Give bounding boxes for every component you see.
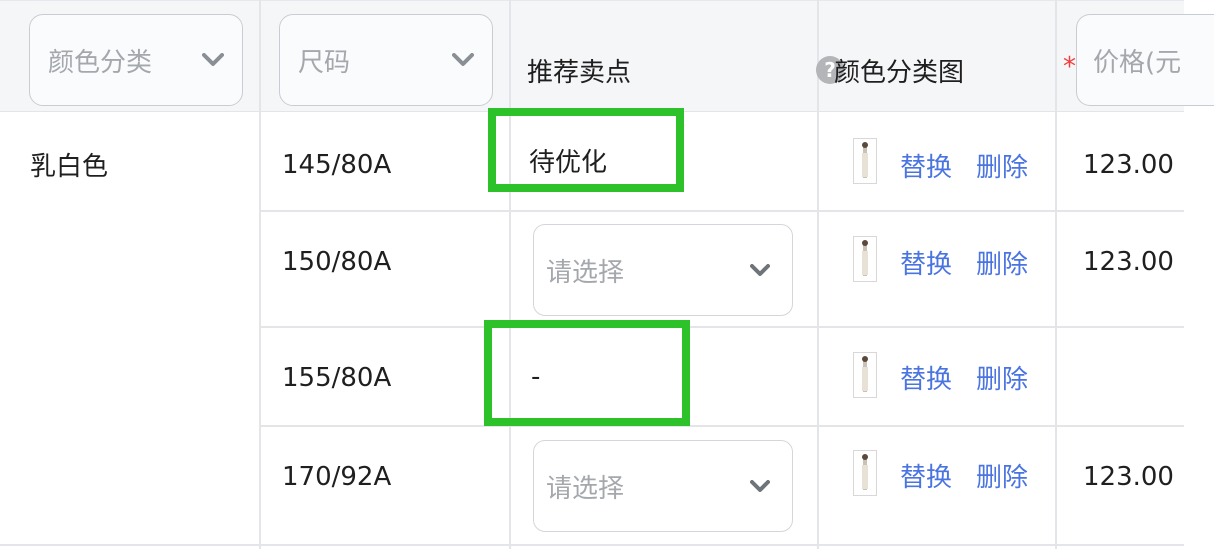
- price-select[interactable]: 价格(元: [1076, 14, 1214, 106]
- chevron-down-icon: [750, 263, 770, 276]
- delete-link[interactable]: 删除: [976, 457, 1028, 494]
- row-divider: [260, 326, 1184, 328]
- row-divider: [260, 210, 1184, 212]
- column-divider: [1055, 0, 1057, 549]
- chevron-down-icon: [202, 53, 224, 66]
- replace-link[interactable]: 替换: [900, 147, 952, 184]
- dress-thumbnail-icon: [862, 240, 868, 276]
- price-value: 123.00: [1083, 247, 1174, 277]
- dress-thumbnail-icon: [862, 356, 868, 392]
- column-divider: [509, 0, 511, 549]
- replace-link[interactable]: 替换: [900, 244, 952, 281]
- price-label: 价格(元: [1093, 47, 1182, 78]
- replace-link[interactable]: 替换: [900, 359, 952, 396]
- dress-thumbnail-icon: [862, 454, 868, 490]
- table-bottom-border: [0, 544, 1184, 546]
- selling-point-value: 待优化: [529, 148, 608, 178]
- select-placeholder: 请选择: [546, 473, 625, 504]
- replace-link[interactable]: 替换: [900, 457, 952, 494]
- row-divider: [260, 425, 1184, 427]
- product-thumbnail: [853, 352, 877, 398]
- delete-link[interactable]: 删除: [976, 147, 1028, 184]
- size-select[interactable]: 尺码: [279, 14, 493, 106]
- highlight-box: [484, 320, 690, 426]
- size-value: 155/80A: [282, 363, 392, 393]
- select-placeholder: 请选择: [546, 257, 625, 288]
- chevron-down-icon: [750, 479, 770, 492]
- size-value: 150/80A: [282, 247, 392, 277]
- sku-table: 颜色分类 尺码 推荐卖点 ? 颜色分类图 * 价格(元 乳白色 145/80A …: [0, 0, 1214, 549]
- color-category-select[interactable]: 颜色分类: [29, 14, 243, 106]
- dress-thumbnail-icon: [862, 142, 868, 178]
- selling-point-select[interactable]: 请选择: [533, 224, 793, 316]
- size-value: 170/92A: [282, 462, 392, 492]
- column-divider: [259, 0, 261, 549]
- color-image-header: 颜色分类图: [834, 58, 965, 88]
- product-thumbnail: [853, 138, 877, 184]
- product-thumbnail: [853, 236, 877, 282]
- size-label: 尺码: [298, 47, 351, 78]
- selling-point-select[interactable]: 请选择: [533, 440, 793, 532]
- required-star: *: [1063, 52, 1076, 82]
- selling-point-value: -: [531, 362, 541, 392]
- price-value: 123.00: [1083, 462, 1174, 492]
- selling-point-header: 推荐卖点: [527, 58, 632, 88]
- delete-link[interactable]: 删除: [976, 359, 1028, 396]
- column-divider: [817, 0, 819, 549]
- size-value: 145/80A: [282, 150, 392, 180]
- price-value: 123.00: [1083, 150, 1174, 180]
- delete-link[interactable]: 删除: [976, 244, 1028, 281]
- color-group-label: 乳白色: [30, 152, 109, 182]
- color-category-label: 颜色分类: [48, 47, 153, 78]
- chevron-down-icon: [452, 53, 474, 66]
- product-thumbnail: [853, 450, 877, 496]
